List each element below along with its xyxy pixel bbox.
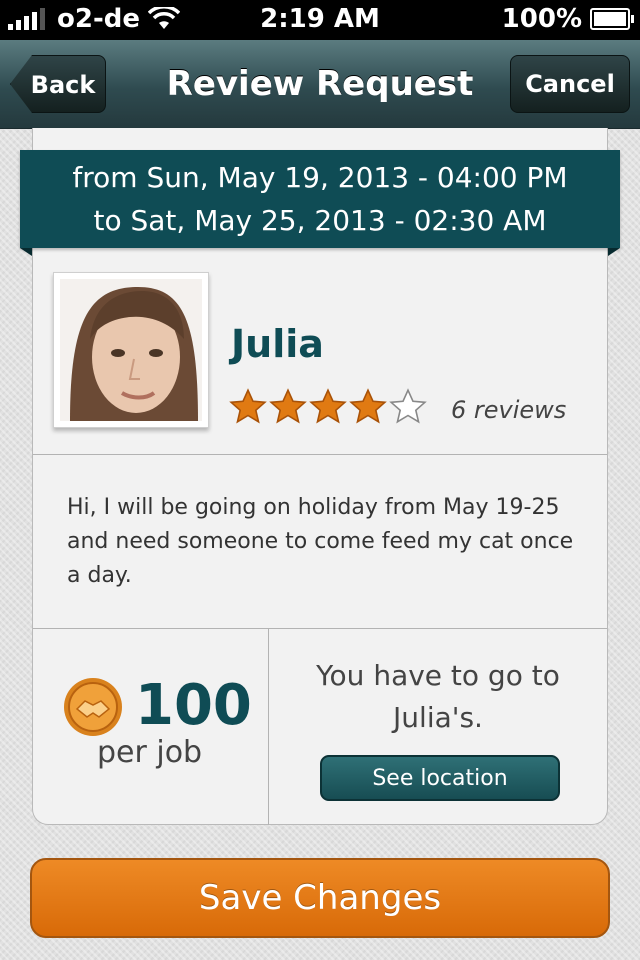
coin-handshake-icon bbox=[64, 678, 122, 736]
star-filled-icon bbox=[269, 388, 307, 424]
star-filled-icon bbox=[229, 388, 267, 424]
details-section: 100 per job You have to go to Julia's. S… bbox=[33, 629, 607, 824]
banner-fold-right bbox=[608, 248, 620, 256]
profile-section: Julia 6 reviews bbox=[33, 250, 607, 455]
star-filled-icon bbox=[349, 388, 387, 424]
date-to: to Sat, May 25, 2013 - 02:30 AM bbox=[93, 204, 547, 237]
location-line-1: You have to go to bbox=[316, 659, 560, 692]
rating-stars bbox=[229, 388, 427, 424]
avatar bbox=[60, 279, 202, 421]
star-filled-icon bbox=[309, 388, 347, 424]
battery-icon bbox=[590, 8, 634, 30]
location-line-2: Julia's. bbox=[393, 701, 483, 734]
user-name: Julia bbox=[231, 322, 324, 366]
see-location-button[interactable]: See location bbox=[320, 755, 560, 801]
request-message: Hi, I will be going on holiday from May … bbox=[67, 495, 574, 588]
battery-percent: 100% bbox=[501, 4, 582, 34]
price-amount: 100 bbox=[135, 673, 252, 738]
date-range-banner: from Sun, May 19, 2013 - 04:00 PM to Sat… bbox=[20, 150, 620, 248]
navigation-bar: Back Review Request Cancel bbox=[0, 40, 640, 129]
location-info: You have to go to Julia's. bbox=[303, 655, 573, 739]
avatar-frame[interactable] bbox=[53, 272, 209, 428]
save-changes-button[interactable]: Save Changes bbox=[30, 858, 610, 938]
price-unit: per job bbox=[97, 735, 203, 770]
star-empty-icon bbox=[389, 388, 427, 424]
status-bar: o2-de 2:19 AM 100% bbox=[0, 0, 640, 40]
banner-fold-left bbox=[20, 248, 32, 256]
avatar-portrait-icon bbox=[60, 279, 202, 421]
cancel-button[interactable]: Cancel bbox=[510, 55, 630, 113]
date-from: from Sun, May 19, 2013 - 04:00 PM bbox=[72, 161, 568, 194]
message-section: Hi, I will be going on holiday from May … bbox=[33, 455, 607, 629]
reviews-count[interactable]: 6 reviews bbox=[451, 396, 566, 424]
